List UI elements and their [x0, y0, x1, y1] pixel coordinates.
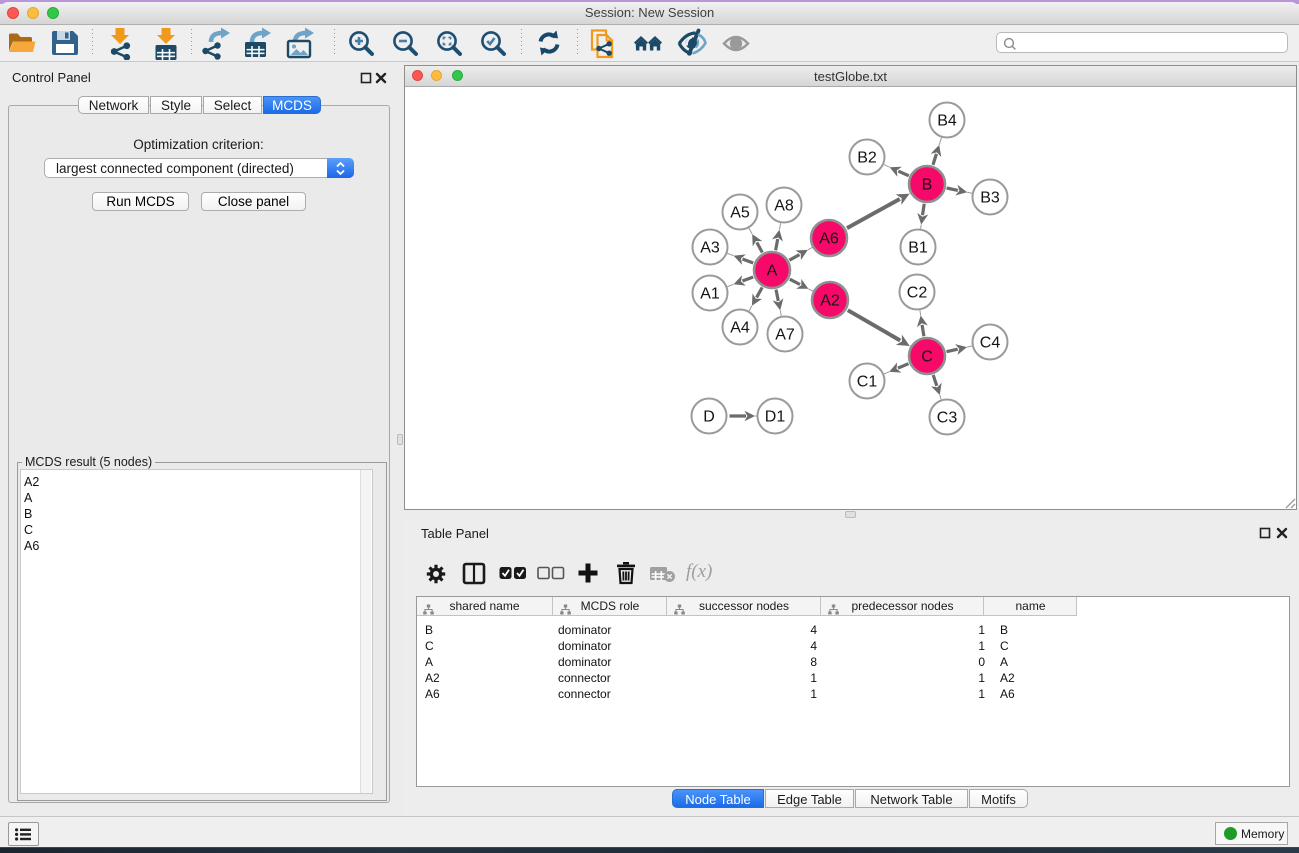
svg-text:A3: A3	[700, 240, 720, 257]
svg-text:B1: B1	[908, 240, 928, 257]
svg-text:A1: A1	[700, 286, 720, 303]
svg-text:A7: A7	[775, 327, 795, 344]
svg-text:A8: A8	[774, 198, 794, 215]
svg-text:B: B	[922, 177, 933, 194]
svg-text:B3: B3	[980, 190, 1000, 207]
svg-text:C: C	[921, 349, 933, 366]
svg-text:A6: A6	[819, 231, 839, 248]
svg-text:C1: C1	[857, 374, 878, 391]
svg-text:C4: C4	[980, 335, 1001, 352]
svg-text:C3: C3	[937, 410, 958, 427]
svg-text:A2: A2	[820, 293, 840, 310]
svg-text:A4: A4	[730, 320, 750, 337]
svg-text:C2: C2	[907, 285, 928, 302]
svg-text:B4: B4	[937, 113, 957, 130]
svg-text:D: D	[703, 409, 715, 426]
svg-text:D1: D1	[765, 409, 786, 426]
svg-text:B2: B2	[857, 150, 877, 167]
svg-text:A: A	[767, 263, 778, 280]
svg-text:A5: A5	[730, 205, 750, 222]
